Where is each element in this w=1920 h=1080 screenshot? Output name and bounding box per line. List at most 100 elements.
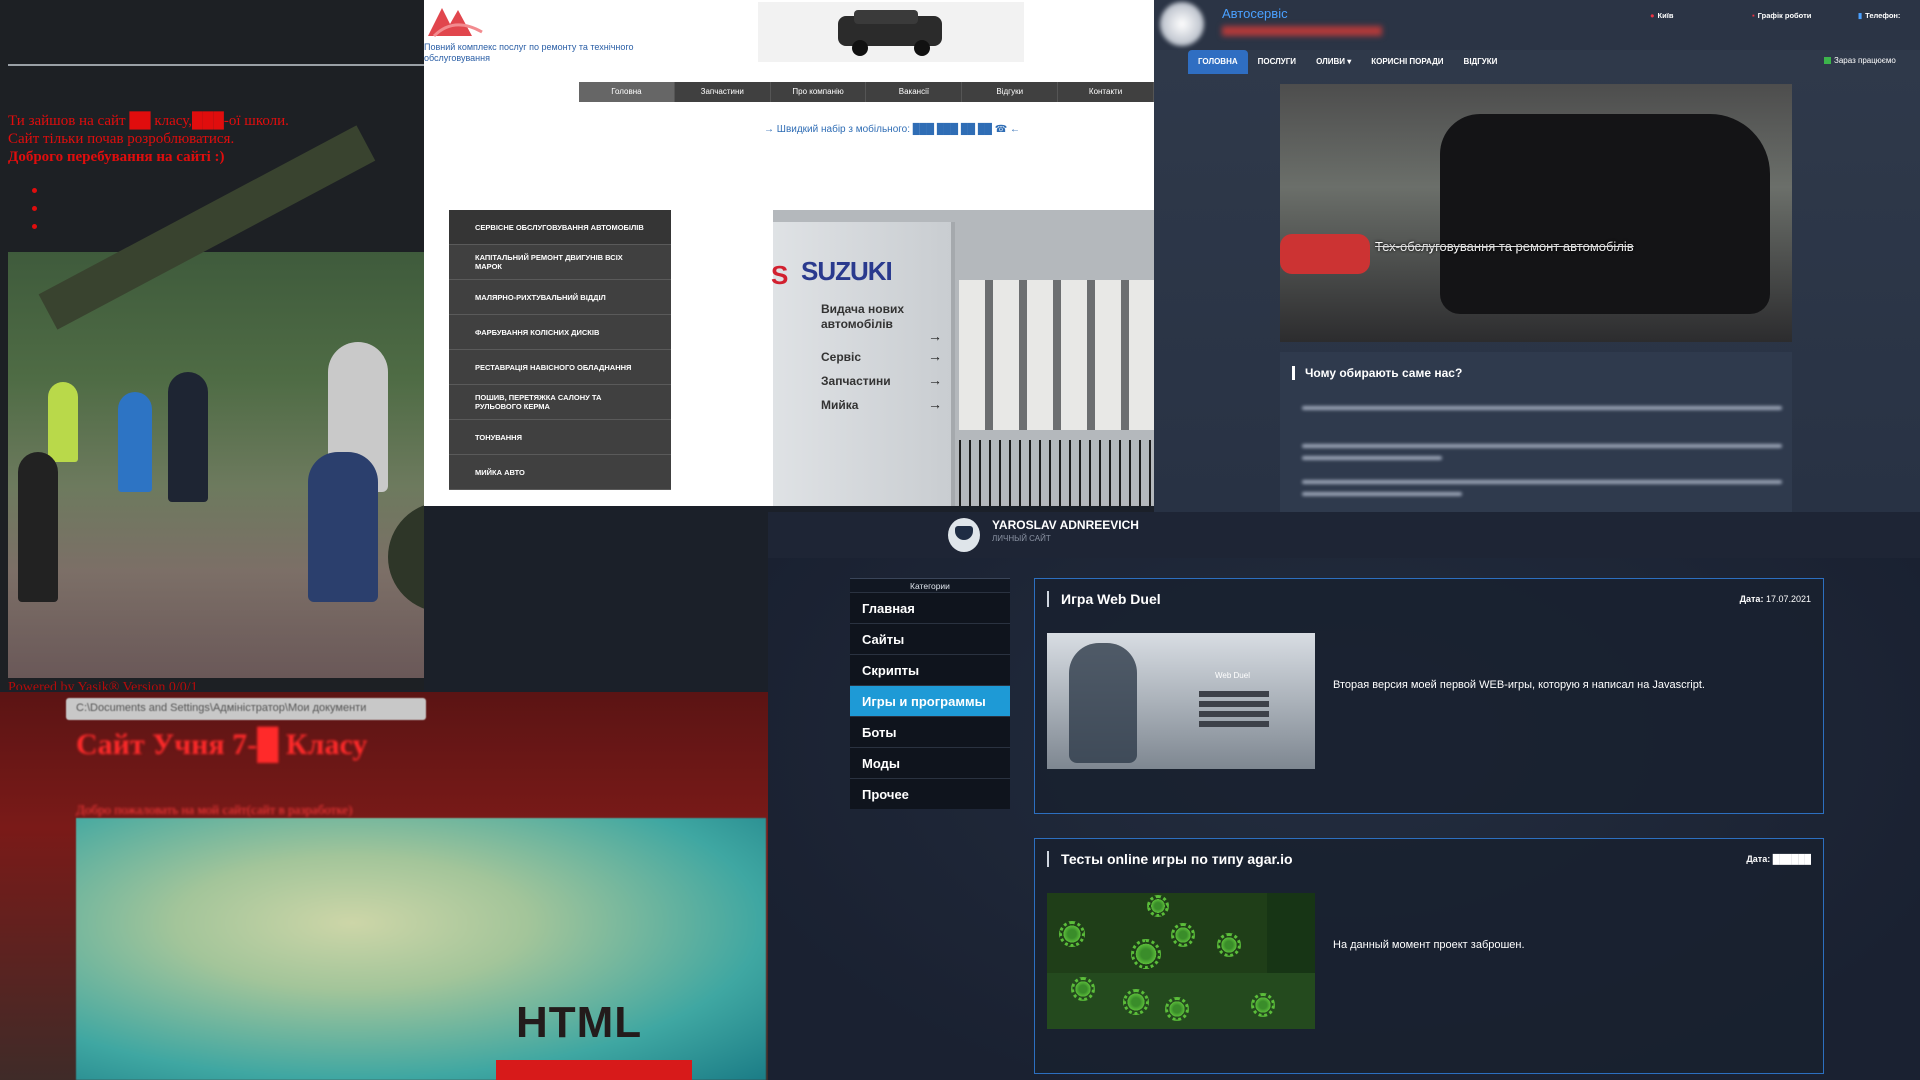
menu-item[interactable]: ТОНУВАННЯ (449, 420, 671, 455)
category-scripts[interactable]: Скрипты (850, 654, 1010, 685)
welcome-line-2: Сайт тільки почав розроблюватися. (8, 131, 235, 147)
suzuki-s-icon: S (771, 260, 789, 290)
nav-services[interactable]: ПОСЛУГИ (1248, 50, 1306, 74)
virus-icon (1171, 923, 1195, 947)
phone-info[interactable]: ▮ Телефон: (1858, 11, 1900, 20)
html-logo-text: HTML (516, 998, 643, 1047)
phone-icon: ▮ (1858, 11, 1863, 20)
nav-about[interactable]: Про компанію (771, 82, 867, 102)
post-thumbnail[interactable] (1047, 893, 1315, 1029)
car-banner (758, 2, 1024, 62)
nav-contacts[interactable]: Контакти (1058, 82, 1154, 102)
category-bots[interactable]: Боты (850, 716, 1010, 747)
category-other[interactable]: Прочее (850, 778, 1010, 809)
virus-icon (1123, 989, 1149, 1015)
menu-item[interactable]: РЕСТАВРАЦІЯ НАВІСНОГО ОБЛАДНАННЯ (449, 350, 671, 385)
post-date: Дата: 17.07.2021 (1739, 594, 1811, 604)
site-subtitle: ЛИЧНЫЙ САЙТ (992, 534, 1051, 543)
building (959, 280, 1154, 430)
page-subtitle: Добро пожаловать на мой сайт(сайт в разр… (76, 802, 353, 817)
thumb-button (1199, 701, 1269, 707)
category-mods[interactable]: Моды (850, 747, 1010, 778)
nav-vacancies[interactable]: Вакансії (866, 82, 963, 102)
site-name[interactable]: YAROSLAV ADNREEVICH (992, 518, 1139, 532)
bullet-icon (32, 224, 37, 229)
dealership-photo: S SUZUKI Видача нових автомобілів → Серв… (771, 210, 1154, 506)
menu-item[interactable]: ПОШИВ, ПЕРЕТЯЖКА САЛОНУ ТА РУЛЬОВОГО КЕР… (449, 385, 671, 420)
blurred-line (1302, 444, 1782, 448)
thumb-button (1199, 711, 1269, 717)
nav-oils[interactable]: ОЛИВИ ▾ (1306, 50, 1361, 74)
post-card: Игра Web Duel Дата: 17.07.2021 Web Duel … (1034, 578, 1824, 814)
menu-item[interactable]: КАПІТАЛЬНИЙ РЕМОНТ ДВИГУНІВ ВСІХ МАРОК (449, 245, 671, 280)
bullet-icon (32, 206, 37, 211)
autoservice-dark-site: Автосервіс ● Київ ▪ Графік роботи ▮ Телефон… (1154, 0, 1920, 512)
hero-caption: Тех-обслуговування та ремонт автомобілів (1375, 239, 1634, 254)
fence (959, 440, 1154, 506)
sign-item: Сервіс (821, 350, 862, 364)
categories-menu: Категории Главная Сайты Скрипты Игры и п… (850, 578, 1010, 809)
arrow-right-icon: → (928, 396, 942, 412)
post-card: Тесты online игры по типу agar.io Дата: … (1034, 838, 1824, 1074)
sign-item: Видача нових автомобілів (821, 302, 905, 331)
screen-background (76, 818, 766, 1080)
quick-dial-text[interactable]: → Швидкий набір з мобільного: ███ ███ ██… (764, 124, 1020, 135)
virus-icon (1165, 997, 1189, 1021)
virus-icon (1251, 993, 1275, 1017)
category-games[interactable]: Игры и программы (850, 685, 1010, 716)
nav-reviews[interactable]: Відгуки (962, 82, 1059, 102)
nav-parts[interactable]: Запчастини (675, 82, 771, 102)
thumb-button (1199, 721, 1269, 727)
categories-title: Категории (850, 578, 1010, 592)
thumb-panel (1267, 893, 1315, 973)
schedule-info[interactable]: ▪ Графік роботи (1752, 11, 1811, 20)
post-description: На данный момент проект заброшен. (1333, 939, 1525, 951)
location-pin-icon: ● (1650, 11, 1655, 20)
cowboy-icon (1069, 643, 1137, 763)
site-subtitle-blurred (1222, 26, 1382, 36)
site-header (768, 512, 1920, 558)
page-title: Сайт Учня 7-█ Класу (76, 728, 368, 761)
blurred-line (1302, 406, 1782, 410)
post-title[interactable]: Тесты online игры по типу agar.io (1047, 851, 1293, 867)
arrow-right-icon: → (928, 328, 942, 344)
arrow-right-icon: → (928, 372, 942, 388)
autoservice-light-site: Повний комплекс послуг по ремонту та тех… (424, 0, 1154, 506)
blurred-line (1302, 456, 1442, 460)
address-bar: C:\Documents and Settings\Адміністратор\… (66, 698, 426, 720)
virus-icon (1131, 939, 1161, 969)
menu-item[interactable]: ФАРБУВАННЯ КОЛІСНИХ ДИСКІВ (449, 315, 671, 350)
post-thumbnail[interactable]: Web Duel (1047, 633, 1315, 769)
category-home[interactable]: Главная (850, 592, 1010, 623)
menu-item[interactable]: МАЛЯРНО-РИХТУВАЛЬНИЙ ВІДДІЛ (449, 280, 671, 315)
welcome-line-3: Доброго перебування на сайті :) (8, 149, 225, 165)
menu-item[interactable]: СЕРВІСНЕ ОБСЛУГОВУВАННЯ АВТОМОБІЛІВ (449, 210, 671, 245)
nav-home[interactable]: ГОЛОВНА (1188, 50, 1248, 74)
services-menu: СЕРВІСНЕ ОБСЛУГОВУВАННЯ АВТОМОБІЛІВ КАПІ… (449, 210, 671, 490)
monitor-photo: C:\Documents and Settings\Адміністратор\… (0, 692, 768, 1080)
menu-item[interactable]: МИЙКА АВТО (449, 455, 671, 490)
why-us-section: Чому обирають саме нас? (1280, 352, 1792, 512)
sign-item: Мийка (821, 398, 859, 412)
post-date: Дата: ██████ (1746, 854, 1811, 864)
post-title[interactable]: Игра Web Duel (1047, 591, 1161, 607)
sign-brand: SUZUKI (801, 256, 893, 286)
main-nav: Головна Запчастини Про компанію Вакансії… (579, 82, 1154, 102)
cannon-photo (8, 125, 424, 678)
hacker-logo-icon[interactable] (948, 518, 980, 552)
category-sites[interactable]: Сайты (850, 623, 1010, 654)
nav-home[interactable]: Головна (579, 82, 675, 102)
blurred-line (1302, 480, 1782, 484)
why-us-title: Чому обирають саме нас? (1292, 366, 1462, 380)
virus-icon (1217, 933, 1241, 957)
post-description: Вторая версия моей первой WEB-игры, кото… (1333, 679, 1705, 691)
site-name[interactable]: Автосервіс (1222, 6, 1288, 21)
arrow-right-icon: → (928, 348, 942, 364)
dealer-sign: S SUZUKI Видача нових автомобілів → Серв… (771, 222, 955, 506)
black-suv (1440, 114, 1770, 314)
nav-reviews[interactable]: ВІДГУКИ (1454, 50, 1508, 74)
nav-tips[interactable]: КОРИСНІ ПОРАДИ (1361, 50, 1453, 74)
virus-icon (1059, 921, 1085, 947)
calendar-icon: ▪ (1752, 11, 1755, 20)
suv-icon (838, 10, 942, 56)
